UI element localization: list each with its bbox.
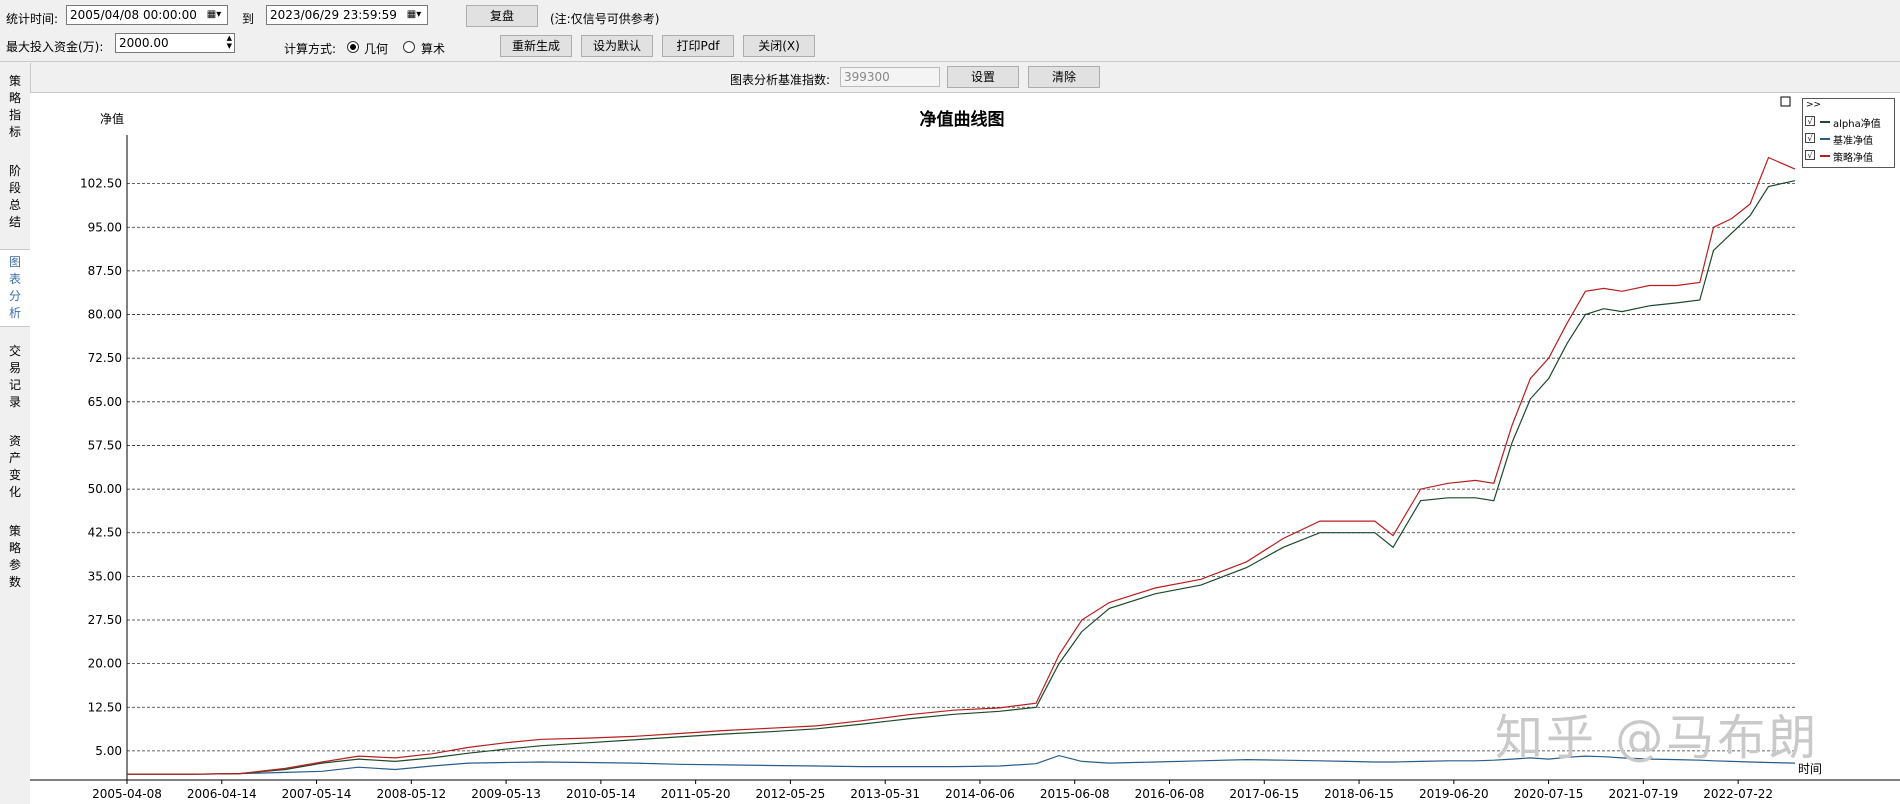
y-tick-label: 102.50 [80,177,122,191]
y-tick-label: 42.50 [88,526,122,540]
legend-checkbox[interactable]: √ [1805,150,1815,160]
x-tick-label: 2013-05-31 [850,787,920,801]
watermark: 知乎 @马布朗 [1495,710,1820,766]
chart-title: 净值曲线图 [920,109,1005,130]
x-tick-label: 2014-06-06 [945,787,1015,801]
y-tick-label: 72.50 [88,351,122,365]
legend-label: 策略净值 [1833,153,1873,164]
legend-item-strategy[interactable]: √ 策略净值 [1805,148,1893,164]
x-tick-label: 2021-07-19 [1608,787,1678,801]
x-tick-label: 2006-04-14 [187,787,257,801]
legend-label: 基准净值 [1833,136,1873,147]
legend-swatch [1820,138,1830,140]
x-tick-label: 2007-05-14 [282,787,352,801]
legend-swatch [1820,121,1830,123]
x-tick-label: 2015-06-08 [1040,787,1110,801]
legend-swatch [1820,155,1830,157]
maximize-icon[interactable] [1780,96,1791,107]
legend-toggle-icon[interactable]: >> [1806,100,1821,110]
x-tick-label: 2018-06-15 [1324,787,1394,801]
x-tick-label: 2005-04-08 [92,787,162,801]
series-line-strategy [127,156,1796,775]
y-tick-label: 65.00 [88,395,122,409]
y-axis-label: 净值 [100,111,124,126]
legend-label: alpha净值 [1833,119,1881,130]
y-tick-label: 35.00 [88,569,122,583]
x-tick-label: 2011-05-20 [661,787,731,801]
legend-checkbox[interactable]: √ [1805,133,1815,143]
y-tick-label: 20.00 [88,657,122,671]
x-tick-label: 2016-06-08 [1135,787,1205,801]
legend-item-alpha[interactable]: √ alpha净值 [1805,114,1893,130]
y-tick-label: 5.00 [95,744,122,758]
x-tick-label: 2019-06-20 [1419,787,1489,801]
x-tick-label: 2022-07-22 [1703,787,1773,801]
x-tick-label: 2008-05-12 [376,787,446,801]
x-tick-label: 2012-05-25 [756,787,826,801]
series-line-alpha [127,180,1796,775]
nav-line-chart: 净值曲线图 净值 时间 2005-04-08 2006-04-14 2007-05-… [30,96,1900,801]
y-tick-label: 57.50 [88,438,122,452]
y-tick-label: 95.00 [88,220,122,234]
legend-checkbox[interactable]: √ [1805,116,1815,126]
x-tick-label: 2010-05-14 [566,787,636,801]
chart-legend: >> √ alpha净值 √ 基准净值 √ 策略净值 [1802,98,1895,168]
y-tick-label: 50.00 [88,482,122,496]
x-tick-label: 2017-06-15 [1229,787,1299,801]
y-tick-label: 27.50 [88,613,122,627]
x-tick-label: 2009-05-13 [471,787,541,801]
legend-item-benchmark[interactable]: √ 基准净值 [1805,131,1893,147]
y-tick-label: 12.50 [88,700,122,714]
x-tick-label: 2020-07-15 [1514,787,1584,801]
y-tick-label: 87.50 [88,264,122,278]
y-tick-label: 80.00 [88,308,122,322]
